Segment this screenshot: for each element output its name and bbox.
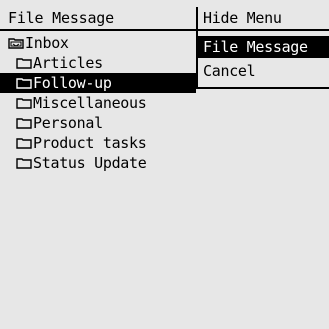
blackberry-screen: File Message Inbox Articles Follow-up Mi…	[0, 0, 329, 329]
folder-icon	[16, 158, 32, 169]
menu-item-file-message[interactable]: File Message	[198, 36, 329, 58]
folder-item-personal[interactable]: Personal	[0, 113, 196, 133]
context-menu: Hide Menu File Message Cancel	[196, 7, 329, 89]
folder-label: Articles	[33, 54, 103, 72]
folder-label: Miscellaneous	[33, 94, 147, 112]
folder-item-follow-up[interactable]: Follow-up	[0, 73, 196, 93]
menu-divider	[198, 29, 329, 31]
title-bar: File Message	[0, 7, 196, 31]
page-title: File Message	[8, 9, 114, 27]
folder-icon	[16, 58, 32, 69]
folder-label: Personal	[33, 114, 103, 132]
folder-label: Product tasks	[33, 134, 147, 152]
folder-icon	[16, 138, 32, 149]
folder-label: Inbox	[25, 34, 69, 52]
folder-item-articles[interactable]: Articles	[0, 53, 196, 73]
folder-list: Inbox Articles Follow-up Miscellaneous P…	[0, 33, 196, 173]
menu-item-hide-menu[interactable]: Hide Menu	[198, 7, 329, 29]
folder-icon	[16, 78, 32, 89]
folder-item-status-update[interactable]: Status Update	[0, 153, 196, 173]
folder-icon	[16, 98, 32, 109]
folder-item-miscellaneous[interactable]: Miscellaneous	[0, 93, 196, 113]
folder-label: Status Update	[33, 154, 147, 172]
folder-item-inbox[interactable]: Inbox	[0, 33, 196, 53]
folder-label: Follow-up	[33, 74, 112, 92]
inbox-icon	[8, 38, 24, 49]
folder-icon	[16, 118, 32, 129]
menu-item-cancel[interactable]: Cancel	[198, 60, 329, 82]
folder-item-product-tasks[interactable]: Product tasks	[0, 133, 196, 153]
